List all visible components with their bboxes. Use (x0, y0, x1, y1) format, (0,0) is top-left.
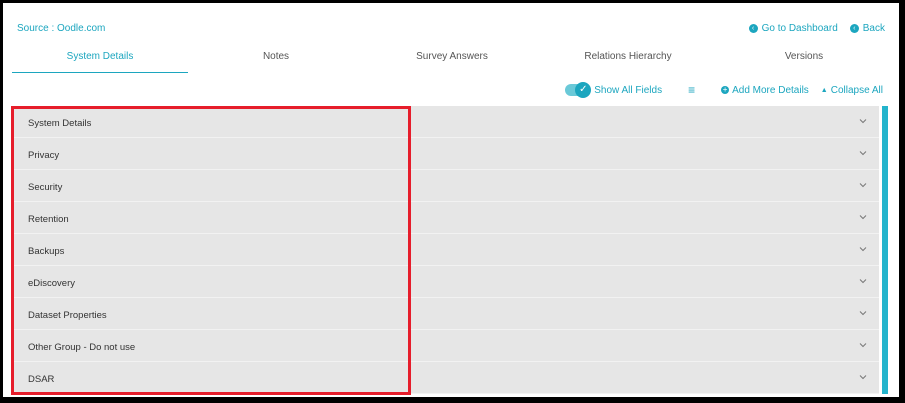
section-label: eDiscovery (28, 278, 75, 289)
back-label: Back (862, 23, 885, 34)
section-label: Retention (28, 214, 69, 225)
section-privacy[interactable]: Privacy (11, 138, 879, 170)
caret-up-icon: ▲ (820, 86, 828, 94)
section-security[interactable]: Security (11, 170, 879, 202)
section-label: Other Group - Do not use (28, 342, 136, 353)
section-label: DSAR (28, 374, 55, 385)
chevron-down-icon (859, 247, 867, 252)
tab-relations-hierarchy[interactable]: Relations Hierarchy (540, 47, 716, 73)
top-bar: Source : Oodle.com ‹ Go to Dashboard ‹ B… (3, 3, 899, 43)
section-label: Backups (28, 246, 65, 257)
tab-bar: System Details Notes Survey Answers Rela… (12, 47, 892, 73)
back-link[interactable]: ‹ Back (849, 23, 885, 34)
check-icon: ✓ (575, 82, 592, 98)
section-ediscovery[interactable]: eDiscovery (11, 266, 879, 298)
section-label: Privacy (28, 150, 60, 161)
go-to-dashboard-label: Go to Dashboard (761, 23, 838, 34)
section-retention[interactable]: Retention (11, 202, 879, 234)
show-all-fields-label: Show All Fields (594, 84, 663, 96)
section-dataset-properties[interactable]: Dataset Properties (11, 298, 879, 330)
source-link[interactable]: Source : Oodle.com (17, 23, 105, 34)
chevron-down-icon (859, 311, 867, 316)
chevron-down-icon (859, 343, 867, 348)
chevron-left-circle-icon: ‹ (748, 24, 758, 33)
scrollbar[interactable] (882, 106, 888, 394)
chevron-down-icon (859, 215, 867, 220)
chevron-down-icon (859, 375, 867, 380)
tab-system-details[interactable]: System Details (12, 47, 188, 73)
tab-versions[interactable]: Versions (716, 47, 892, 73)
show-all-fields-toggle[interactable]: ✓ Show All Fields (565, 82, 663, 98)
section-system-details[interactable]: System Details (11, 106, 879, 138)
go-to-dashboard-link[interactable]: ‹ Go to Dashboard (748, 23, 838, 34)
collapse-all-label: Collapse All (830, 84, 883, 96)
toggle-switch[interactable]: ✓ (565, 82, 592, 98)
hamburger-menu-icon[interactable]: ≡ (688, 83, 695, 97)
collapse-all-button[interactable]: ▲ Collapse All (821, 85, 883, 96)
section-dsar[interactable]: DSAR (11, 362, 879, 394)
tab-survey-answers[interactable]: Survey Answers (364, 47, 540, 73)
section-backups[interactable]: Backups (11, 234, 879, 266)
chevron-down-icon (859, 183, 867, 188)
section-label: System Details (28, 118, 92, 129)
chevron-down-icon (859, 119, 867, 124)
section-label: Dataset Properties (28, 310, 107, 321)
add-more-details-button[interactable]: + Add More Details (721, 85, 809, 96)
chevron-down-icon (859, 279, 867, 284)
chevron-left-circle-icon: ‹ (849, 24, 859, 33)
chevron-down-icon (859, 151, 867, 156)
tab-notes[interactable]: Notes (188, 47, 364, 73)
accordion: System Details Privacy Security Retentio… (11, 106, 879, 394)
section-other-group[interactable]: Other Group - Do not use (11, 330, 879, 362)
add-more-details-label: Add More Details (732, 84, 809, 96)
plus-circle-icon: + (721, 85, 730, 94)
top-links: ‹ Go to Dashboard ‹ Back (748, 23, 885, 34)
toolbar: ✓ Show All Fields ≡ + Add More Details ▲… (565, 82, 883, 98)
section-label: Security (28, 182, 63, 193)
